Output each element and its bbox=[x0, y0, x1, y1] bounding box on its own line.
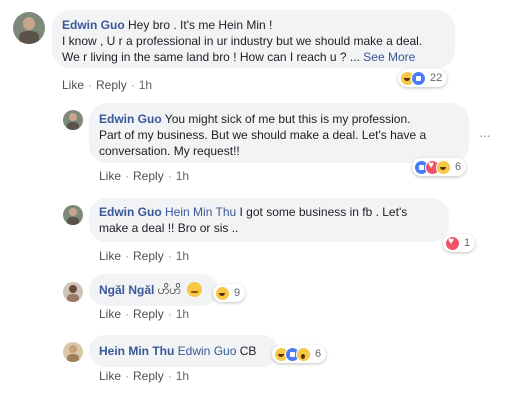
timestamp[interactable]: 1h bbox=[176, 249, 189, 263]
avatar[interactable] bbox=[63, 342, 83, 362]
reaction-count: 1 bbox=[464, 237, 471, 249]
comment-author-link[interactable]: Ngăl Ngăl bbox=[99, 283, 154, 297]
reply-hein-min-thu: Hein Min Thu Edwin Guo CB 6 Like · Reply · 1… bbox=[0, 330, 518, 402]
reaction-count: 6 bbox=[455, 161, 462, 173]
reply-edwin-guo-1: Edwin Guo You might sick of me but this … bbox=[0, 100, 518, 190]
timestamp[interactable]: 1h bbox=[176, 307, 189, 321]
reply-edwin-guo-2: Edwin Guo Hein Min Thu I got some busine… bbox=[0, 190, 518, 270]
comment-text: CB bbox=[239, 344, 257, 358]
reaction-summary[interactable]: 1 bbox=[443, 234, 476, 252]
reply-button[interactable]: Reply bbox=[133, 249, 164, 263]
comment-text: I got some business in fb . Let's bbox=[239, 205, 408, 219]
comment-actions: Like · Reply · 1h bbox=[99, 369, 190, 383]
reaction-count: 22 bbox=[430, 72, 443, 84]
comment-text: conversation. My request!! bbox=[99, 144, 240, 158]
more-options-icon[interactable]: ··· bbox=[479, 127, 491, 143]
avatar[interactable] bbox=[63, 205, 83, 225]
timestamp[interactable]: 1h bbox=[139, 78, 152, 92]
like-button[interactable]: Like bbox=[62, 78, 84, 92]
reaction-count: 6 bbox=[315, 348, 322, 360]
see-more-link[interactable]: See More bbox=[363, 50, 415, 64]
love-icon bbox=[445, 235, 460, 251]
timestamp[interactable]: 1h bbox=[176, 369, 189, 383]
reaction-count: 9 bbox=[234, 287, 241, 299]
confused-face-emoji-icon bbox=[186, 282, 202, 297]
like-button[interactable]: Like bbox=[99, 369, 121, 383]
comment-bubble: Edwin Guo Hey bro . It's me Hein Min ! I… bbox=[52, 10, 455, 68]
haha-icon bbox=[215, 285, 230, 301]
reaction-summary[interactable]: 6 bbox=[272, 345, 327, 363]
comment-bubble: Edwin Guo You might sick of me but this … bbox=[89, 103, 469, 163]
reply-ngal-ngal: Ngăl Ngăl ဟိဟိ 9 Like · Reply · 1h bbox=[0, 270, 518, 330]
comment-bubble: Hein Min Thu Edwin Guo CB bbox=[89, 335, 278, 367]
comment-text: Part of my business. But we should make … bbox=[99, 128, 427, 142]
comment-actions: Like · Reply · 1h bbox=[99, 169, 190, 183]
comment-text: You might sick of me but this is my prof… bbox=[164, 112, 411, 126]
mention-link[interactable]: Hein Min Thu bbox=[165, 205, 236, 219]
haha-icon bbox=[436, 159, 451, 175]
comment-bubble: Ngăl Ngăl ဟိဟိ bbox=[89, 274, 218, 306]
comment-author-link[interactable]: Edwin Guo bbox=[62, 18, 125, 32]
comment-author-link[interactable]: Edwin Guo bbox=[99, 205, 162, 219]
like-button[interactable]: Like bbox=[99, 249, 121, 263]
comment-text: I know , U r a professional in ur indust… bbox=[62, 34, 423, 48]
comment-author-link[interactable]: Hein Min Thu bbox=[99, 344, 174, 358]
comment-actions: Like · Reply · 1h bbox=[99, 307, 190, 321]
mention-link[interactable]: Edwin Guo bbox=[178, 344, 237, 358]
reply-button[interactable]: Reply bbox=[133, 169, 164, 183]
comment-author-link[interactable]: Edwin Guo bbox=[99, 112, 162, 126]
like-button[interactable]: Like bbox=[99, 307, 121, 321]
reply-button[interactable]: Reply bbox=[133, 369, 164, 383]
wow-icon bbox=[296, 346, 311, 362]
comment-actions: Like · Reply · 1h bbox=[99, 249, 190, 263]
comment-bubble: Edwin Guo Hein Min Thu I got some busine… bbox=[89, 198, 449, 242]
comment-text: ဟိဟိ bbox=[157, 283, 182, 297]
reply-button[interactable]: Reply bbox=[133, 307, 164, 321]
reaction-summary[interactable]: 22 bbox=[398, 69, 448, 87]
comment-edwin-guo-1: Edwin Guo Hey bro . It's me Hein Min ! I… bbox=[0, 0, 518, 100]
comment-text: Hey bro . It's me Hein Min ! bbox=[128, 18, 273, 32]
avatar[interactable] bbox=[63, 282, 83, 302]
comment-text: make a deal !! Bro or sis .. bbox=[99, 221, 239, 235]
like-button[interactable]: Like bbox=[99, 169, 121, 183]
reaction-summary[interactable]: 9 bbox=[213, 284, 246, 302]
avatar[interactable] bbox=[13, 12, 45, 44]
reply-button[interactable]: Reply bbox=[96, 78, 127, 92]
timestamp[interactable]: 1h bbox=[176, 169, 189, 183]
comment-text: We r living in the same land bro ! How c… bbox=[62, 50, 360, 64]
comment-actions: Like · Reply · 1h bbox=[62, 78, 153, 92]
reaction-summary[interactable]: 6 bbox=[412, 158, 467, 176]
like-icon bbox=[411, 70, 426, 86]
avatar[interactable] bbox=[63, 110, 83, 130]
